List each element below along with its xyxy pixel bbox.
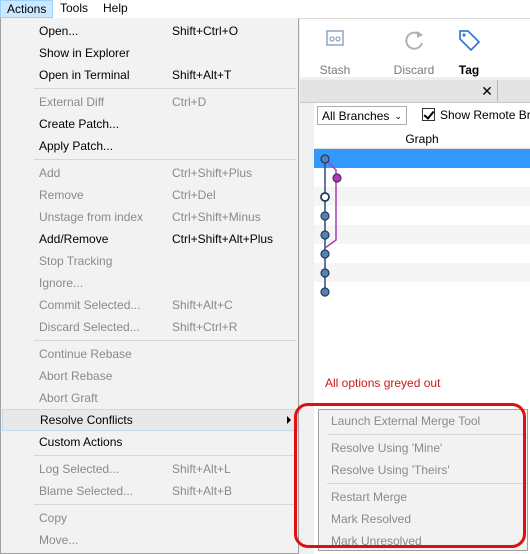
menu-item-blame-selected[interactable]: Blame Selected... Shift+Alt+B (2, 480, 298, 502)
chevron-down-icon: ⌄ (394, 111, 402, 121)
menu-item-continue-rebase[interactable]: Continue Rebase (2, 343, 298, 365)
discard-icon (405, 31, 423, 50)
menu-separator (34, 455, 296, 456)
submenu-item-mark-unresolved[interactable]: Mark Unresolved (331, 531, 422, 551)
discard-button[interactable]: Discard (384, 27, 444, 77)
stash-button[interactable]: Stash (305, 27, 365, 77)
menu-item-apply-patch[interactable]: Apply Patch... (2, 135, 298, 157)
branch-filter-value: All Branches (322, 109, 390, 123)
submenu-arrow-icon (287, 416, 291, 424)
menu-item-add[interactable]: Add Ctrl+Shift+Plus (2, 162, 298, 184)
menu-item-discard-selected[interactable]: Discard Selected... Shift+Ctrl+R (2, 316, 298, 338)
menu-help[interactable]: Help (97, 0, 134, 17)
submenu-item-resolve-theirs[interactable]: Resolve Using 'Theirs' (331, 460, 450, 480)
submenu-item-resolve-mine[interactable]: Resolve Using 'Mine' (331, 438, 442, 458)
menu-item-abort-rebase[interactable]: Abort Rebase (2, 365, 298, 387)
tag-button[interactable]: Tag (439, 27, 499, 77)
submenu-item-mark-resolved[interactable]: Mark Resolved (331, 509, 411, 529)
menu-item-custom-actions[interactable]: Custom Actions (2, 431, 298, 453)
stash-icon (326, 30, 344, 46)
menu-item-log-selected[interactable]: Log Selected... Shift+Alt+L (2, 458, 298, 480)
menu-tools[interactable]: Tools (54, 0, 94, 17)
menu-separator (327, 483, 527, 484)
menu-item-resolve-conflicts[interactable]: Resolve Conflicts (2, 409, 298, 431)
stash-label: Stash (319, 63, 351, 77)
branch-filter-select[interactable]: All Branches ⌄ (317, 106, 407, 125)
actions-menu: Open... Shift+Ctrl+O Show in Explorer Ope… (0, 18, 299, 554)
menu-separator (34, 340, 296, 341)
menu-item-show-in-explorer[interactable]: Show in Explorer (2, 42, 298, 64)
discard-label: Discard (393, 63, 435, 77)
menu-actions[interactable]: Actions (0, 0, 54, 18)
menu-item-stop-tracking[interactable]: Stop Tracking (2, 250, 298, 272)
tab-close-button[interactable]: ✕ (478, 80, 496, 102)
menu-item-add-remove[interactable]: Add/Remove Ctrl+Shift+Alt+Plus (2, 228, 298, 250)
menu-item-ignore[interactable]: Ignore... (2, 272, 298, 294)
menu-separator (34, 88, 296, 89)
submenu-item-launch-merge-tool[interactable]: Launch External Merge Tool (331, 411, 480, 431)
menu-item-open-in-terminal[interactable]: Open in Terminal Shift+Alt+T (2, 64, 298, 86)
menu-item-external-diff[interactable]: External Diff Ctrl+D (2, 91, 298, 113)
menu-separator (34, 159, 296, 160)
resolve-conflicts-submenu: Launch External Merge Tool Resolve Using… (318, 409, 528, 551)
tag-icon (459, 30, 480, 51)
splitter-panel (300, 103, 313, 554)
submenu-item-restart-merge[interactable]: Restart Merge (331, 487, 407, 507)
menu-item-copy[interactable]: Copy (2, 507, 298, 529)
show-remote-label: Show Remote Bra (440, 108, 530, 122)
menu-item-open[interactable]: Open... Shift+Ctrl+O (2, 20, 298, 42)
tab-divider (497, 80, 498, 102)
tag-label: Tag (458, 63, 480, 77)
graph-column-header[interactable]: Graph (314, 130, 530, 149)
annotation-text: All options greyed out (325, 376, 441, 390)
menu-item-abort-graft[interactable]: Abort Graft (2, 387, 298, 409)
toolbar: Stash Discard Tag (300, 19, 530, 77)
menu-item-move[interactable]: Move... (2, 529, 298, 551)
show-remote-checkbox[interactable] (422, 108, 435, 121)
menu-item-create-patch[interactable]: Create Patch... (2, 113, 298, 135)
menu-separator (34, 504, 296, 505)
menu-bar: Actions Tools Help (0, 0, 530, 19)
menu-item-remove[interactable]: Remove Ctrl+Del (2, 184, 298, 206)
menu-item-unstage[interactable]: Unstage from index Ctrl+Shift+Minus (2, 206, 298, 228)
menu-item-commit-selected[interactable]: Commit Selected... Shift+Alt+C (2, 294, 298, 316)
commit-graph (320, 154, 342, 297)
menu-separator (327, 434, 527, 435)
